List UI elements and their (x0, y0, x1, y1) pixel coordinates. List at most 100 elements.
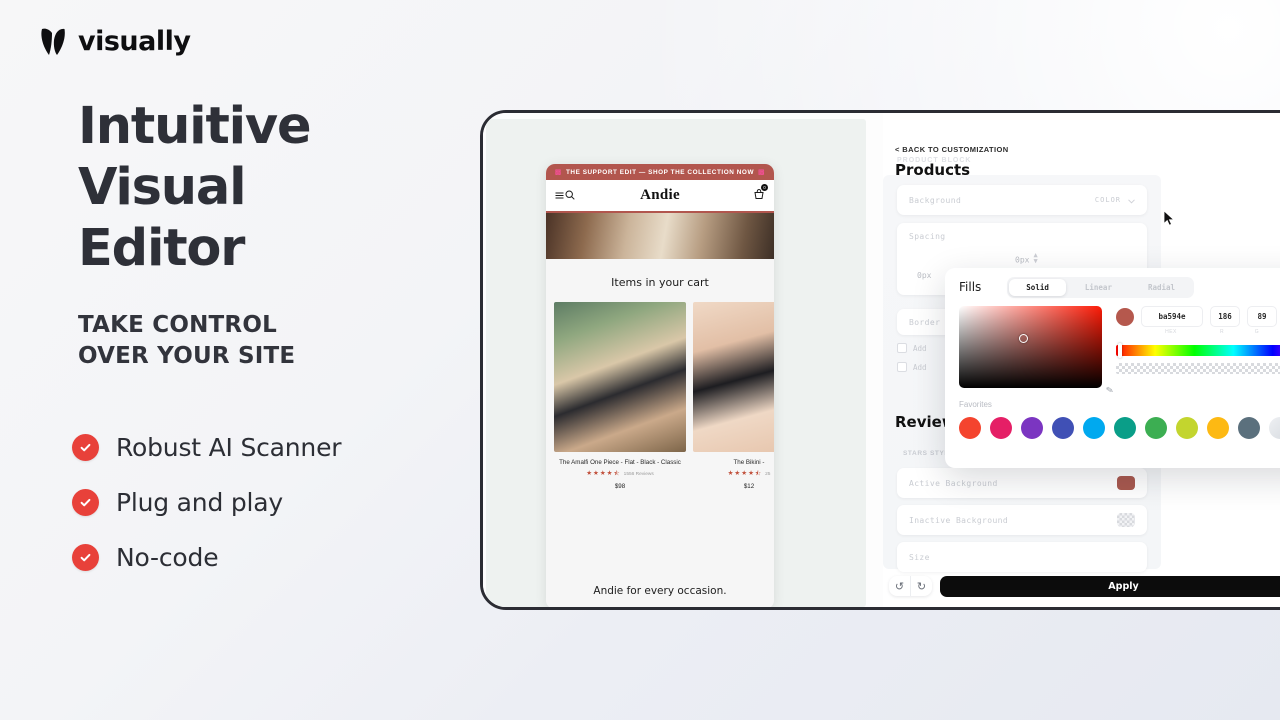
check-circle-icon (72, 544, 99, 571)
eyedropper-icon[interactable]: ✎ (1106, 384, 1115, 396)
spacing-left-value[interactable]: 0px (917, 271, 931, 280)
tab-linear[interactable]: Linear (1068, 279, 1129, 296)
announcement-bar: ▩ THE SUPPORT EDIT — SHOP THE COLLECTION… (546, 164, 774, 180)
favorite-swatch[interactable] (1238, 417, 1260, 439)
back-to-customization-link[interactable]: < BACK TO CUSTOMIZATION (895, 145, 1009, 154)
swimsuit-icon: ▩ (758, 169, 766, 176)
hex-field[interactable]: ba594e (1141, 306, 1203, 327)
fills-header: Fills Solid Linear Radial ✕ (945, 268, 1280, 306)
mouse-pointer-icon (1163, 209, 1176, 227)
apply-button[interactable]: Apply (940, 575, 1280, 597)
headline-line-3: Editor (78, 219, 245, 278)
add-row-2[interactable]: Add (897, 362, 927, 372)
shopping-basket-icon[interactable]: 0 (753, 183, 768, 205)
undo-arrow-icon[interactable]: ↺ (889, 576, 910, 596)
favorite-swatch[interactable] (1207, 417, 1229, 439)
hue-slider[interactable] (1116, 343, 1280, 358)
tab-radial[interactable]: Radial (1131, 279, 1192, 296)
fill-type-tabs: Solid Linear Radial (1007, 276, 1195, 298)
feature-label: Robust AI Scanner (116, 433, 342, 462)
swimsuit-icon: ▩ (554, 169, 562, 176)
page-title: Intuitive Visual Editor (78, 96, 458, 279)
list-item[interactable]: The Amalfi One Piece - Flat - Black - Cl… (554, 302, 686, 490)
headline-line-2: Visual (78, 158, 247, 217)
subheadline-line-2: OVER YOUR SITE (78, 343, 296, 369)
brand-logo: visually (40, 26, 191, 57)
favorite-swatch[interactable] (1114, 417, 1136, 439)
cart-items: The Amalfi One Piece - Flat - Black - Cl… (546, 302, 774, 490)
feature-label: Plug and play (116, 488, 283, 517)
editor-footer: ↺ ↻ Apply (889, 571, 1280, 601)
alpha-slider[interactable] (1116, 363, 1280, 374)
spacing-top-value[interactable]: 0px▲ ▼ (1015, 251, 1038, 264)
favorite-swatch[interactable] (1021, 417, 1043, 439)
fills-popover: Fills Solid Linear Radial ✕ ✎ ba594e 186 (945, 268, 1280, 468)
heart-v-logo-icon (40, 27, 67, 57)
field-label: Inactive Background (909, 515, 1009, 525)
color-value-labels: HEX R G B ALPHA (1116, 329, 1280, 335)
redo-arrow-icon[interactable]: ↻ (910, 576, 932, 596)
subheadline: TAKE CONTROL OVER YOUR SITE (78, 310, 478, 372)
tab-solid[interactable]: Solid (1009, 278, 1066, 296)
color-values: ba594e 186 89 78 1 (1116, 306, 1280, 327)
field-size[interactable]: Size (897, 542, 1147, 572)
favorite-swatch[interactable] (1145, 417, 1167, 439)
hamburger-menu-icon[interactable] (555, 187, 564, 205)
label-g: G (1254, 329, 1260, 335)
phone-screen: ▩ THE SUPPORT EDIT — SHOP THE COLLECTION… (546, 164, 774, 607)
field-label: Spacing (909, 232, 946, 241)
color-swatch-inactive[interactable] (1117, 513, 1135, 527)
field-label: Border (909, 317, 941, 327)
checkbox[interactable] (897, 362, 907, 372)
feature-list: Robust AI Scanner Plug and play No-code (72, 420, 342, 585)
rating-stars: ★ ★ ★ ★ ⯪ 1556 Reviews (586, 470, 654, 477)
add-label: Add (913, 362, 927, 372)
product-price: $98 (614, 482, 626, 490)
review-count: 1556 Reviews (623, 471, 654, 477)
list-item[interactable]: The Bikini - ★ ★ ★ ★ ⯪ 25 $12 (693, 302, 774, 490)
field-inactive-background[interactable]: Inactive Background (897, 505, 1147, 535)
chevron-down-icon[interactable] (1128, 191, 1135, 209)
list-item: No-code (72, 530, 341, 585)
add-row-1[interactable]: Add (897, 343, 927, 353)
store-navbar: Andie 0 (546, 180, 774, 211)
field-active-background[interactable]: Active Background (897, 468, 1147, 498)
color-mode-chip[interactable]: COLOR (1095, 196, 1121, 204)
product-name: The Bikini - (733, 459, 765, 466)
phone-preview: ▩ THE SUPPORT EDIT — SHOP THE COLLECTION… (486, 119, 866, 607)
rating-stars: ★ ★ ★ ★ ⯪ 25 (727, 470, 771, 477)
color-preview-circle (1116, 307, 1134, 326)
favorite-swatch[interactable] (990, 417, 1012, 439)
cart-heading: Items in your cart (611, 276, 709, 289)
field-label: Active Background (909, 478, 998, 488)
list-item: Plug and play (72, 475, 341, 530)
favorite-swatch[interactable] (1083, 417, 1105, 439)
add-label: Add (913, 343, 927, 353)
label-hex: HEX (1165, 329, 1177, 335)
list-item: Robust AI Scanner (72, 420, 342, 475)
history-controls: ↺ ↻ (889, 576, 932, 596)
red-field[interactable]: 186 (1210, 306, 1240, 327)
favorite-swatch[interactable] (1052, 417, 1074, 439)
product-name: The Amalfi One Piece - Flat - Black - Cl… (559, 459, 681, 466)
announcement-text: THE SUPPORT EDIT — SHOP THE COLLECTION N… (565, 168, 755, 176)
saturation-handle[interactable] (1019, 334, 1028, 343)
saturation-picker[interactable] (959, 306, 1102, 388)
favorites-swatches (959, 417, 1280, 439)
fills-title: Fills (959, 280, 982, 294)
green-field[interactable]: 89 (1247, 306, 1277, 327)
review-count: 25 (765, 471, 771, 477)
product-price: $12 (743, 482, 755, 490)
color-swatch-active[interactable] (1117, 476, 1135, 490)
checkbox[interactable] (897, 343, 907, 353)
favorite-swatch[interactable] (1269, 417, 1280, 439)
label-r: R (1219, 329, 1225, 335)
product-image (693, 302, 774, 452)
search-icon[interactable] (565, 187, 575, 205)
favorite-swatch[interactable] (959, 417, 981, 439)
store-footer-text: Andie for every occasion. (546, 573, 774, 607)
store-hero-image (546, 211, 774, 259)
favorite-swatch[interactable] (1176, 417, 1198, 439)
field-background[interactable]: Background COLOR (897, 185, 1147, 215)
section-title-products: Products (895, 161, 971, 179)
